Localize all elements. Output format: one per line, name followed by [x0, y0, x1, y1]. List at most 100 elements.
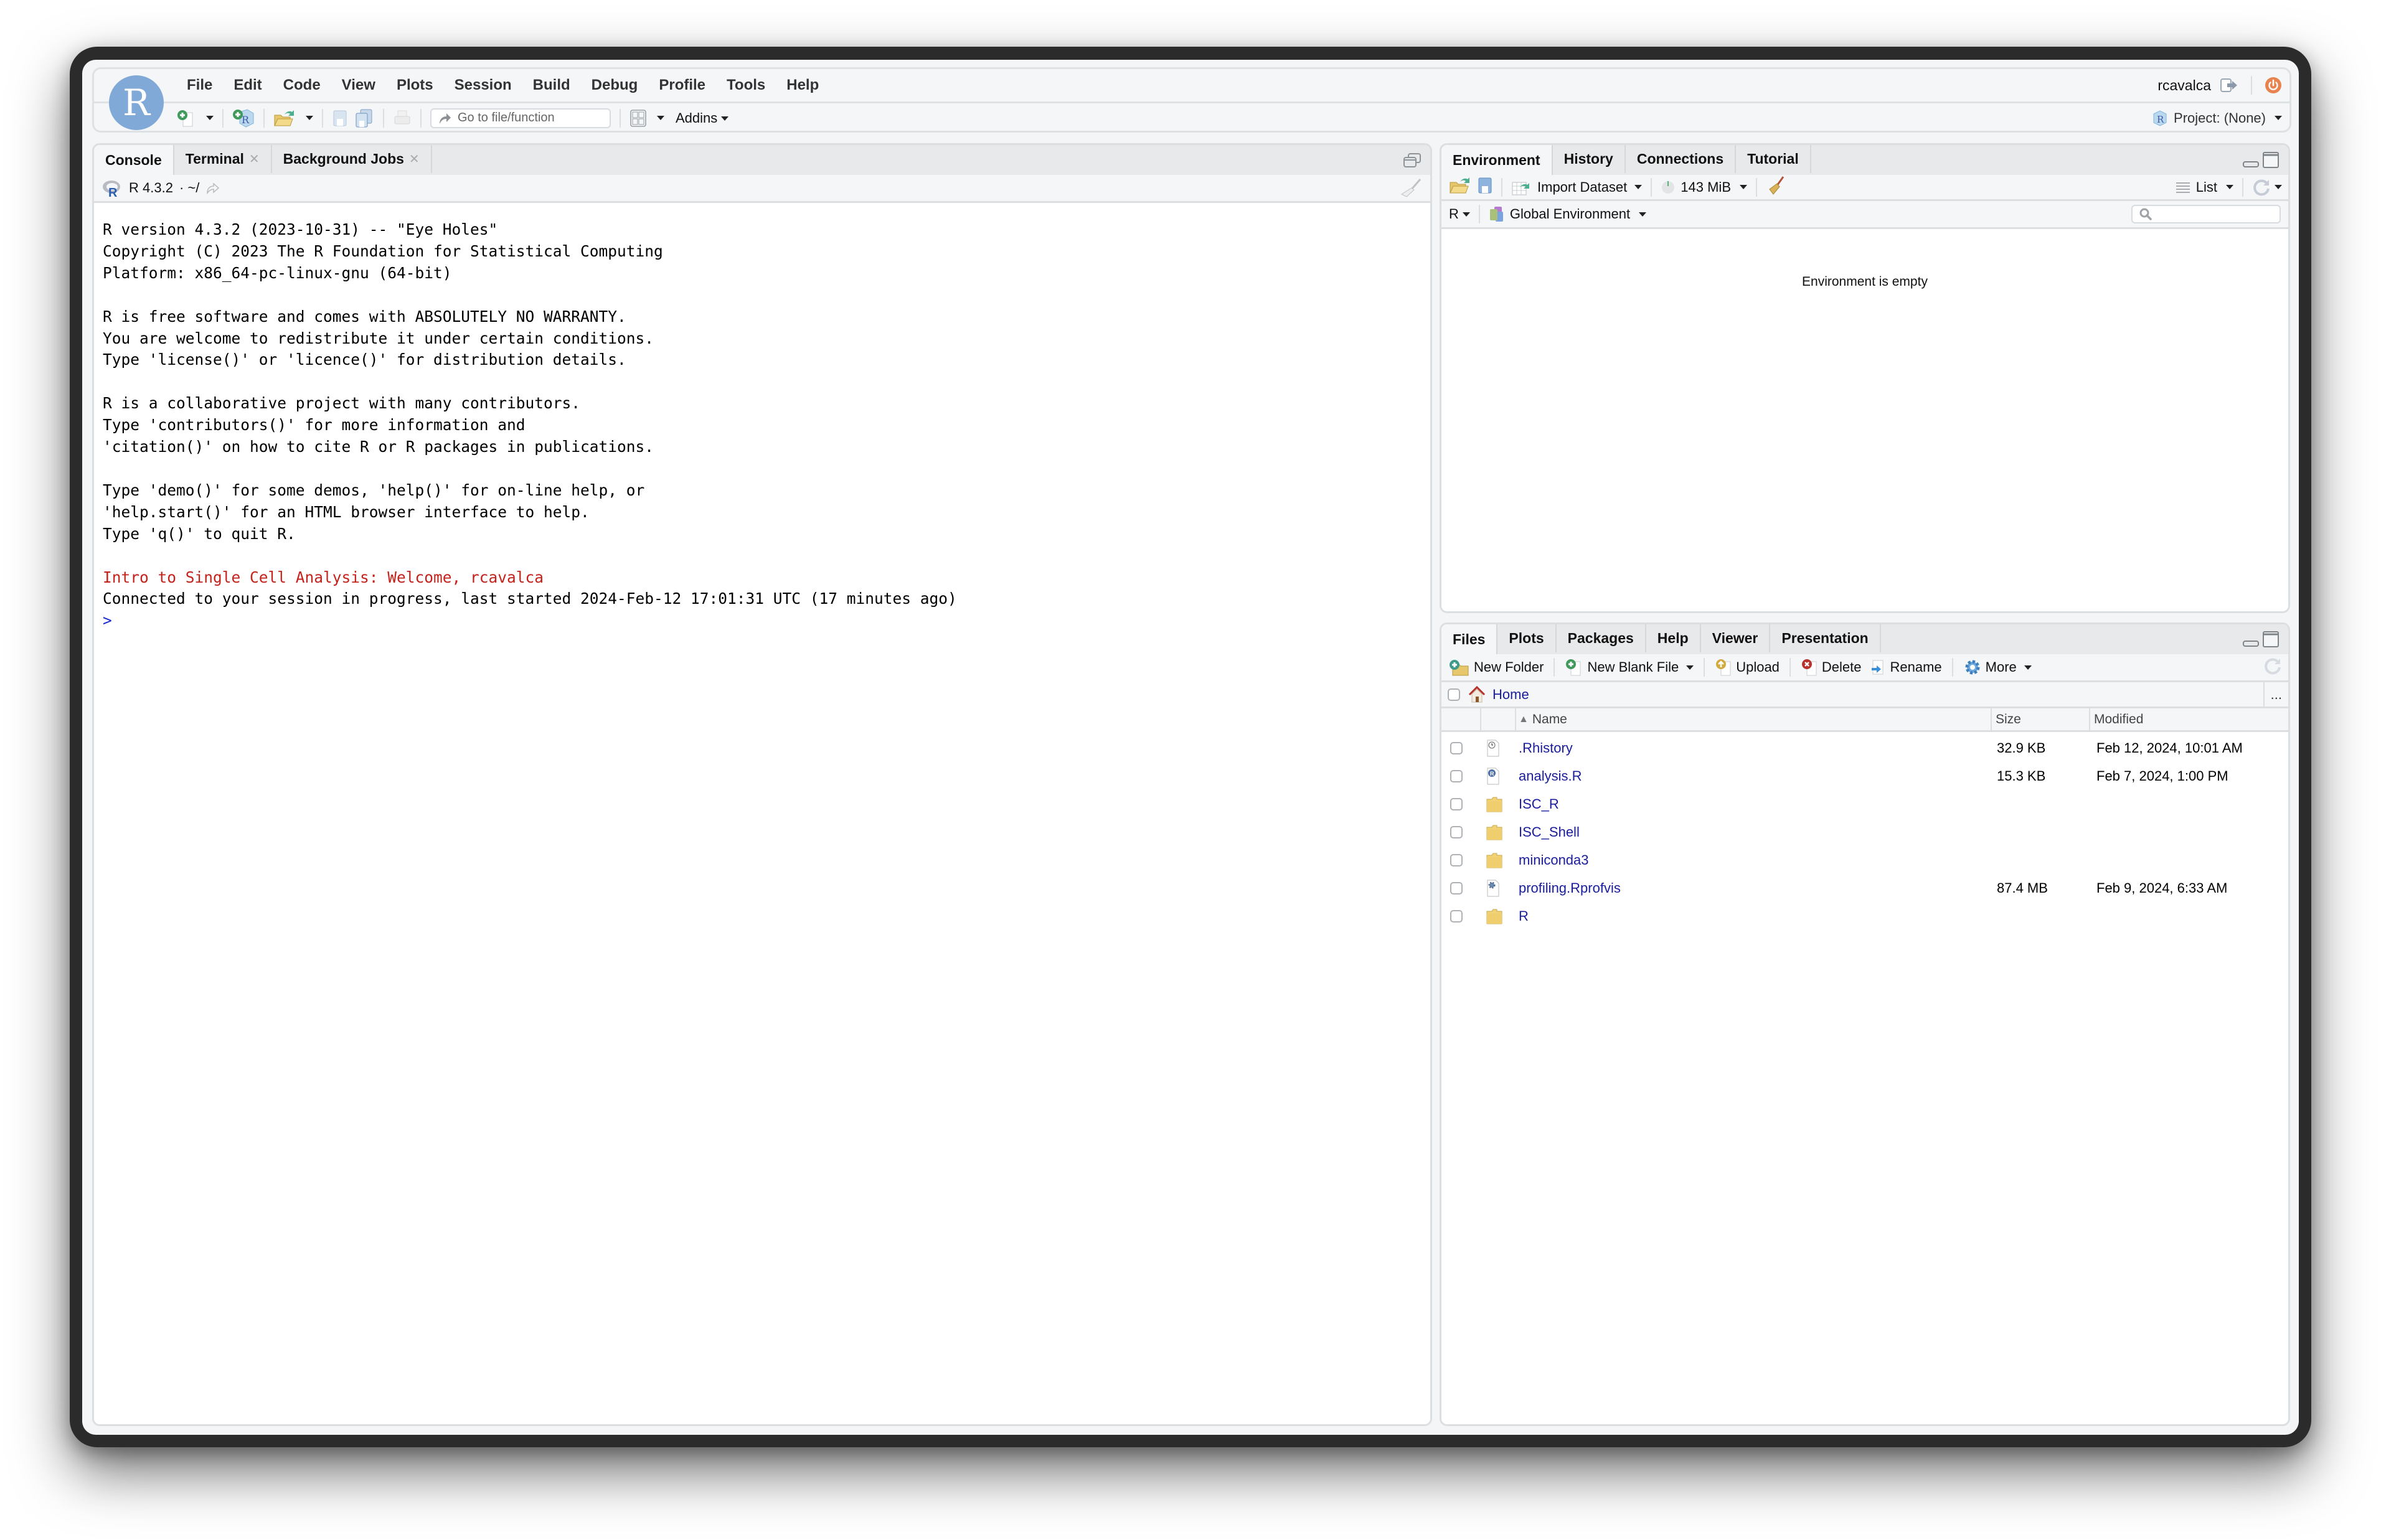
menu-plots[interactable]: Plots [386, 77, 444, 94]
profvis-file-icon [1485, 874, 1501, 902]
file-checkbox[interactable] [1450, 846, 1463, 874]
refresh-files-icon[interactable] [2263, 657, 2282, 678]
checkbox[interactable] [1450, 741, 1463, 754]
tab-tutorial[interactable]: Tutorial [1736, 145, 1811, 173]
close-tab-icon[interactable]: ✕ [249, 151, 260, 167]
checkbox[interactable] [1450, 881, 1463, 894]
rename-button[interactable]: Rename [1869, 658, 1942, 677]
column-modified-header[interactable]: Modified [2094, 708, 2143, 730]
file-name-link[interactable]: profiling.Rprofvis [1519, 874, 1621, 902]
file-row: profiling.Rprofvis 87.4 MB Feb 9, 2024, 6:… [1441, 874, 2288, 902]
menu-view[interactable]: View [331, 77, 386, 94]
go-to-directory-icon[interactable] [205, 181, 220, 195]
environment-scope-selector[interactable]: Global Environment [1489, 205, 1647, 223]
menu-file[interactable]: File [176, 77, 223, 94]
tab-label: Help [1657, 630, 1689, 646]
tab-presentation[interactable]: Presentation [1770, 624, 1881, 652]
separator [2242, 177, 2243, 197]
clear-workspace-broom-icon[interactable] [1766, 176, 1786, 199]
print-icon[interactable] [393, 109, 412, 128]
clear-console-broom-icon[interactable] [1398, 178, 1423, 198]
save-all-icon[interactable] [354, 108, 374, 128]
file-checkbox[interactable] [1450, 818, 1463, 846]
file-checkbox[interactable] [1450, 902, 1463, 930]
file-checkbox[interactable] [1450, 874, 1463, 902]
checkbox[interactable] [1450, 853, 1463, 866]
file-name-link[interactable]: ISC_R [1519, 790, 1559, 818]
tab-plots[interactable]: Plots [1497, 624, 1557, 652]
load-workspace-icon[interactable] [1449, 176, 1471, 198]
minimize-pane-icon[interactable] [2242, 153, 2260, 172]
addins-menu[interactable]: Addins [676, 110, 729, 126]
tab-environment[interactable]: Environment [1441, 145, 1553, 175]
console-output[interactable]: R version 4.3.2 (2023-10-31) -- "Eye Hol… [94, 203, 1430, 1424]
tab-background-jobs[interactable]: Background Jobs ✕ [271, 145, 432, 173]
file-checkbox[interactable] [1450, 762, 1463, 790]
save-icon[interactable] [332, 109, 348, 128]
home-icon[interactable] [1468, 685, 1486, 704]
workspace-panes-icon[interactable] [629, 109, 647, 128]
working-directory[interactable]: · ~/ [179, 180, 199, 196]
breadcrumb-home[interactable]: Home [1492, 687, 1529, 703]
select-all-checkbox[interactable] [1448, 688, 1460, 701]
menu-profile[interactable]: Profile [648, 77, 716, 94]
tab-connections[interactable]: Connections [1625, 145, 1737, 173]
more-button[interactable]: More [1963, 658, 2032, 677]
go-to-file-function-input[interactable]: Go to file/function [430, 108, 611, 128]
tab-console[interactable]: Console [94, 145, 174, 175]
menu-session[interactable]: Session [444, 77, 522, 94]
checkbox[interactable] [1450, 909, 1463, 923]
column-name-header[interactable]: ▲ Name [1519, 708, 1567, 730]
new-project-icon[interactable]: R [232, 108, 255, 128]
file-name-link[interactable]: analysis.R [1519, 762, 1582, 790]
maximize-pane-icon[interactable] [2262, 151, 2280, 172]
close-tab-icon[interactable]: ✕ [409, 151, 420, 167]
new-file-dropdown-icon[interactable] [206, 116, 214, 120]
upload-button[interactable]: Upload [1715, 658, 1780, 677]
project-menu[interactable]: R Project: (None) [2151, 103, 2282, 133]
open-file-icon[interactable] [273, 109, 296, 128]
sign-out-icon[interactable] [2220, 78, 2238, 93]
tab-help[interactable]: Help [1646, 624, 1701, 652]
open-file-dropdown-icon[interactable] [306, 116, 313, 120]
tab-files[interactable]: Files [1441, 624, 1498, 654]
power-quit-session-icon[interactable] [2265, 77, 2282, 94]
import-dataset-label: Import Dataset [1537, 179, 1628, 195]
tab-history[interactable]: History [1552, 145, 1626, 173]
tab-terminal[interactable]: Terminal ✕ [174, 145, 272, 173]
file-name-link[interactable]: R [1519, 902, 1529, 930]
menu-edit[interactable]: Edit [223, 77, 272, 94]
menu-debug[interactable]: Debug [581, 77, 649, 94]
memory-usage-button[interactable]: 143 MiB [1661, 179, 1747, 195]
file-name-link[interactable]: miniconda3 [1519, 846, 1589, 874]
delete-button[interactable]: Delete [1801, 658, 1862, 677]
checkbox[interactable] [1450, 769, 1463, 782]
refresh-environment-button[interactable] [2252, 178, 2282, 197]
workspace-panes-dropdown-icon[interactable] [657, 116, 664, 120]
menu-help[interactable]: Help [776, 77, 829, 94]
import-dataset-button[interactable]: Import Dataset [1511, 179, 1643, 196]
new-file-icon[interactable] [176, 109, 196, 128]
menu-tools[interactable]: Tools [716, 77, 776, 94]
file-checkbox[interactable] [1450, 734, 1463, 762]
environment-search-input[interactable] [2131, 205, 2281, 223]
view-mode-button[interactable]: List [2175, 179, 2233, 195]
minimize-pane-icon[interactable] [2242, 632, 2260, 651]
save-workspace-icon[interactable] [1478, 177, 1492, 197]
go-to-directory-button[interactable]: ... [2265, 687, 2288, 703]
menu-build[interactable]: Build [522, 77, 581, 94]
file-checkbox[interactable] [1450, 790, 1463, 818]
checkbox[interactable] [1450, 797, 1463, 810]
maximize-pane-icon[interactable] [2262, 631, 2280, 651]
tab-packages[interactable]: Packages [1556, 624, 1646, 652]
checkbox[interactable] [1450, 825, 1463, 838]
menu-code[interactable]: Code [273, 77, 331, 94]
new-blank-file-button[interactable]: New Blank File [1565, 658, 1694, 677]
file-name-link[interactable]: ISC_Shell [1519, 818, 1580, 846]
file-name-link[interactable]: .Rhistory [1519, 734, 1573, 762]
column-size-header[interactable]: Size [1996, 708, 2021, 730]
new-folder-button[interactable]: New Folder [1449, 658, 1544, 677]
tab-viewer[interactable]: Viewer [1700, 624, 1771, 652]
restore-pane-icon[interactable] [1403, 153, 1422, 169]
language-selector[interactable]: R [1449, 206, 1470, 222]
